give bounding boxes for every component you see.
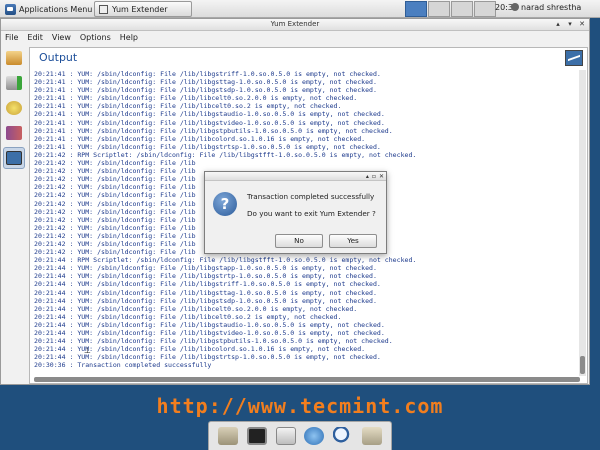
log-line: 20:21:41 : YUM: /sbin/ldconfig: File /li… [34,110,385,119]
repository-icon [6,101,22,115]
user-name: narad shrestha [521,3,582,12]
log-line: 20:21:41 : YUM: /sbin/ldconfig: File /li… [34,134,366,143]
dock [208,421,392,450]
files-icon[interactable] [275,427,296,445]
taskbar-item-label: Yum Extender [112,4,168,14]
output-title: Output [39,51,78,64]
dialog-titlebar[interactable]: ▴ ▫ ✕ [205,172,386,181]
log-line: 20:21:44 : YUM: /sbin/ldconfig: File /li… [34,296,377,305]
log-line: 20:21:44 : YUM: /sbin/ldconfig: File /li… [34,304,358,313]
exit-confirm-dialog: ▴ ▫ ✕ ? Transaction completed successful… [204,171,387,254]
log-line: 20:21:41 : YUM: /sbin/ldconfig: File /li… [34,86,377,95]
folder-icon[interactable] [361,427,382,445]
monitor-icon [6,151,22,165]
workspace-2[interactable] [428,1,450,17]
horizontal-scrollbar[interactable] [34,377,580,382]
vertical-scrollbar[interactable] [579,70,586,376]
dialog-minimize-button[interactable]: ▴ [366,172,369,181]
window-title: Yum Extender [270,20,320,28]
taskbar-item-yum-extender[interactable]: Yum Extender [94,1,192,17]
applications-menu-icon [5,3,16,15]
menu-help[interactable]: Help [120,33,138,42]
log-line: 20:21:41 : YUM: /sbin/ldconfig: File /li… [34,102,342,111]
vertical-scrollbar-thumb[interactable] [580,356,585,374]
log-line: 20:21:41 : YUM: /sbin/ldconfig: File /li… [34,94,358,103]
web-browser-icon[interactable] [304,427,325,445]
menu-options[interactable]: Options [80,33,111,42]
log-line: 20:21:44 : YUM: /sbin/ldconfig: File /li… [34,288,377,297]
menu-view[interactable]: View [52,33,71,42]
workspace-3[interactable] [451,1,473,17]
user-icon [511,3,519,11]
log-line: 20:21:44 : YUM: /sbin/ldconfig: File /li… [34,320,385,329]
terminal-icon[interactable] [246,427,267,445]
log-line: 20:21:41 : YUM: /sbin/ldconfig: File /li… [34,70,381,78]
maximize-button[interactable]: ▾ [565,20,575,29]
menu-file[interactable]: File [5,33,18,42]
window-icon [99,4,108,14]
history-icon [6,126,22,140]
output-view-button[interactable] [3,147,25,169]
window-titlebar[interactable]: Yum Extender ▴ ▾ ✕ [1,19,589,31]
applications-menu-label: Applications Menu [19,4,93,14]
side-toolbar [3,47,27,172]
menubar: File Edit View Options Help [1,31,589,44]
log-line: 20:21:44 : YUM: /sbin/ldconfig: File /li… [34,272,377,281]
watermark-url: http://www.tecmint.com [156,394,444,418]
log-line: 20:21:44 : YUM: /sbin/ldconfig: File /li… [34,329,385,337]
no-button[interactable]: No [275,234,323,248]
pane-resize-handle[interactable]: ⊥ [84,346,91,355]
top-panel: Applications Menu Yum Extender 20:39 nar… [0,0,600,18]
log-line: 20:21:42 : RPM Scriptlet: /sbin/ldconfig… [34,150,417,159]
log-line: 20:21:42 : YUM: /sbin/ldconfig: File /li… [34,159,196,168]
log-line: 20:21:44 : YUM: /sbin/ldconfig: File /li… [34,264,377,273]
monitor-icon [565,50,583,66]
package-icon [6,51,22,65]
log-line: 20:21:44 : YUM: /sbin/ldconfig: File /li… [34,280,381,289]
log-line: 20:21:41 : YUM: /sbin/ldconfig: File /li… [34,126,393,135]
log-line: 20:21:41 : YUM: /sbin/ldconfig: File /li… [34,118,385,127]
dialog-maximize-button[interactable]: ▫ [372,172,376,181]
workspace-4[interactable] [474,1,496,17]
log-line: 20:21:44 : RPM Scriptlet: /sbin/ldconfig… [34,256,417,265]
repositories-button[interactable] [3,97,25,119]
search-icon[interactable] [332,427,353,445]
log-line: 20:21:41 : YUM: /sbin/ldconfig: File /li… [34,78,377,87]
workspace-1[interactable] [405,1,427,17]
user-menu[interactable]: narad shrestha [511,3,581,12]
log-line: 20:21:44 : YUM: /sbin/ldconfig: File /li… [34,312,342,321]
install-icon [6,76,22,90]
question-icon: ? [213,192,237,216]
log-line: 20:21:44 : YUM: /sbin/ldconfig: File /li… [34,353,381,362]
home-folder-icon[interactable] [218,427,239,445]
packages-view-button[interactable] [3,47,25,69]
applications-menu-button[interactable]: Applications Menu [2,2,95,16]
dialog-message: Transaction completed successfully [247,192,375,201]
history-button[interactable] [3,122,25,144]
log-line: 20:21:44 : YUM: /sbin/ldconfig: File /li… [34,337,393,346]
dialog-close-button[interactable]: ✕ [379,172,384,181]
close-button[interactable]: ✕ [577,20,587,29]
dialog-question: Do you want to exit Yum Extender ? [247,209,376,218]
log-line: 20:21:44 : YUM: /sbin/ldconfig: File /li… [34,345,366,354]
menu-edit[interactable]: Edit [27,33,43,42]
minimize-button[interactable]: ▴ [553,20,563,29]
log-line: 20:21:41 : YUM: /sbin/ldconfig: File /li… [34,142,381,151]
yes-button[interactable]: Yes [329,234,377,248]
pending-actions-button[interactable] [3,72,25,94]
log-line: 20:30:36 : Transaction completed success… [34,361,212,370]
